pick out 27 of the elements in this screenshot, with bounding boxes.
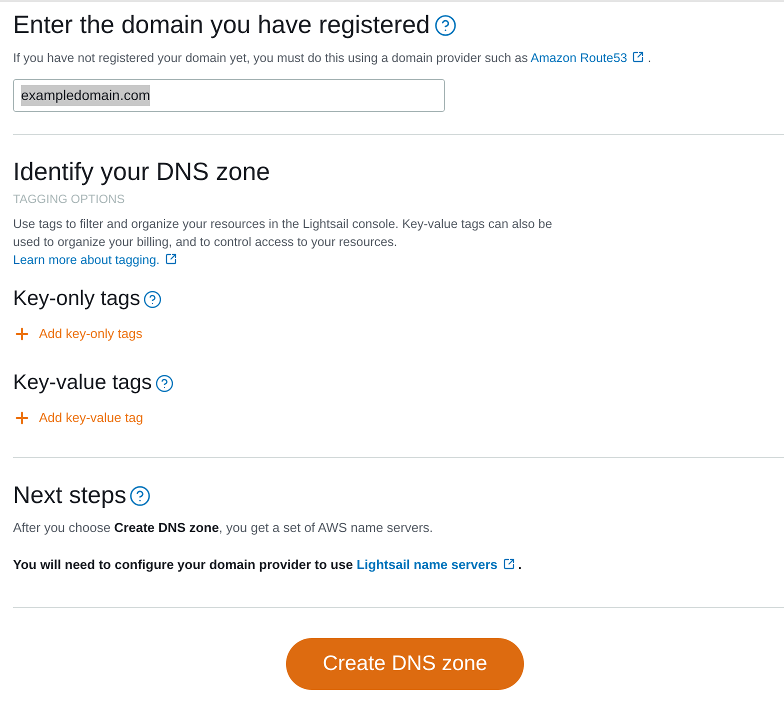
help-icon[interactable] [154,374,174,392]
name-servers-link[interactable]: Lightsail name servers [356,557,514,572]
domain-input-field[interactable]: exampledomain.com [13,79,445,112]
external-link-icon [164,253,177,265]
next-steps-text: After you choose Create DNS zone, you get a set of AWS name servers. [13,519,434,537]
section-title: Enter the domain you have registered [13,10,430,41]
add-tag-button[interactable]: Add key-only tags [13,325,142,343]
plus-icon [13,409,31,427]
external-link-icon [502,558,514,570]
description-text: Use tags to filter and organize your resources in the Lightsail console. Key-value tags can also be used to organize your billing, and to control access to your resources. [13,216,553,251]
help-icon[interactable] [434,14,457,36]
plus-icon [13,325,31,343]
add-tag-button[interactable]: Add key-value tag [13,409,144,427]
subsection-title: Key-only tags [13,286,140,312]
section-title: Identify your DNS zone [13,157,272,188]
section-subtitle: TAGGING OPTIONS [13,191,126,207]
help-icon[interactable] [129,485,152,507]
route53-link[interactable]: Amazon Route53 [530,51,644,65]
create-dns-zone-button[interactable]: Create DNS zone [286,638,524,690]
section-title: Next steps [13,481,126,511]
external-link-icon [632,51,644,63]
domain-value-text: exampledomain.com [21,85,150,106]
description-text: If you have not registered your domain yet, you must do this using a domain provider such as Amazon Route53 . [13,50,652,67]
configure-note-text: You will need to configure your domain provider to use Lightsail name servers . [13,556,523,574]
learn-more-link[interactable]: Learn more about tagging. [13,253,177,267]
subsection-title: Key-value tags [13,370,152,396]
help-icon[interactable] [143,290,162,308]
